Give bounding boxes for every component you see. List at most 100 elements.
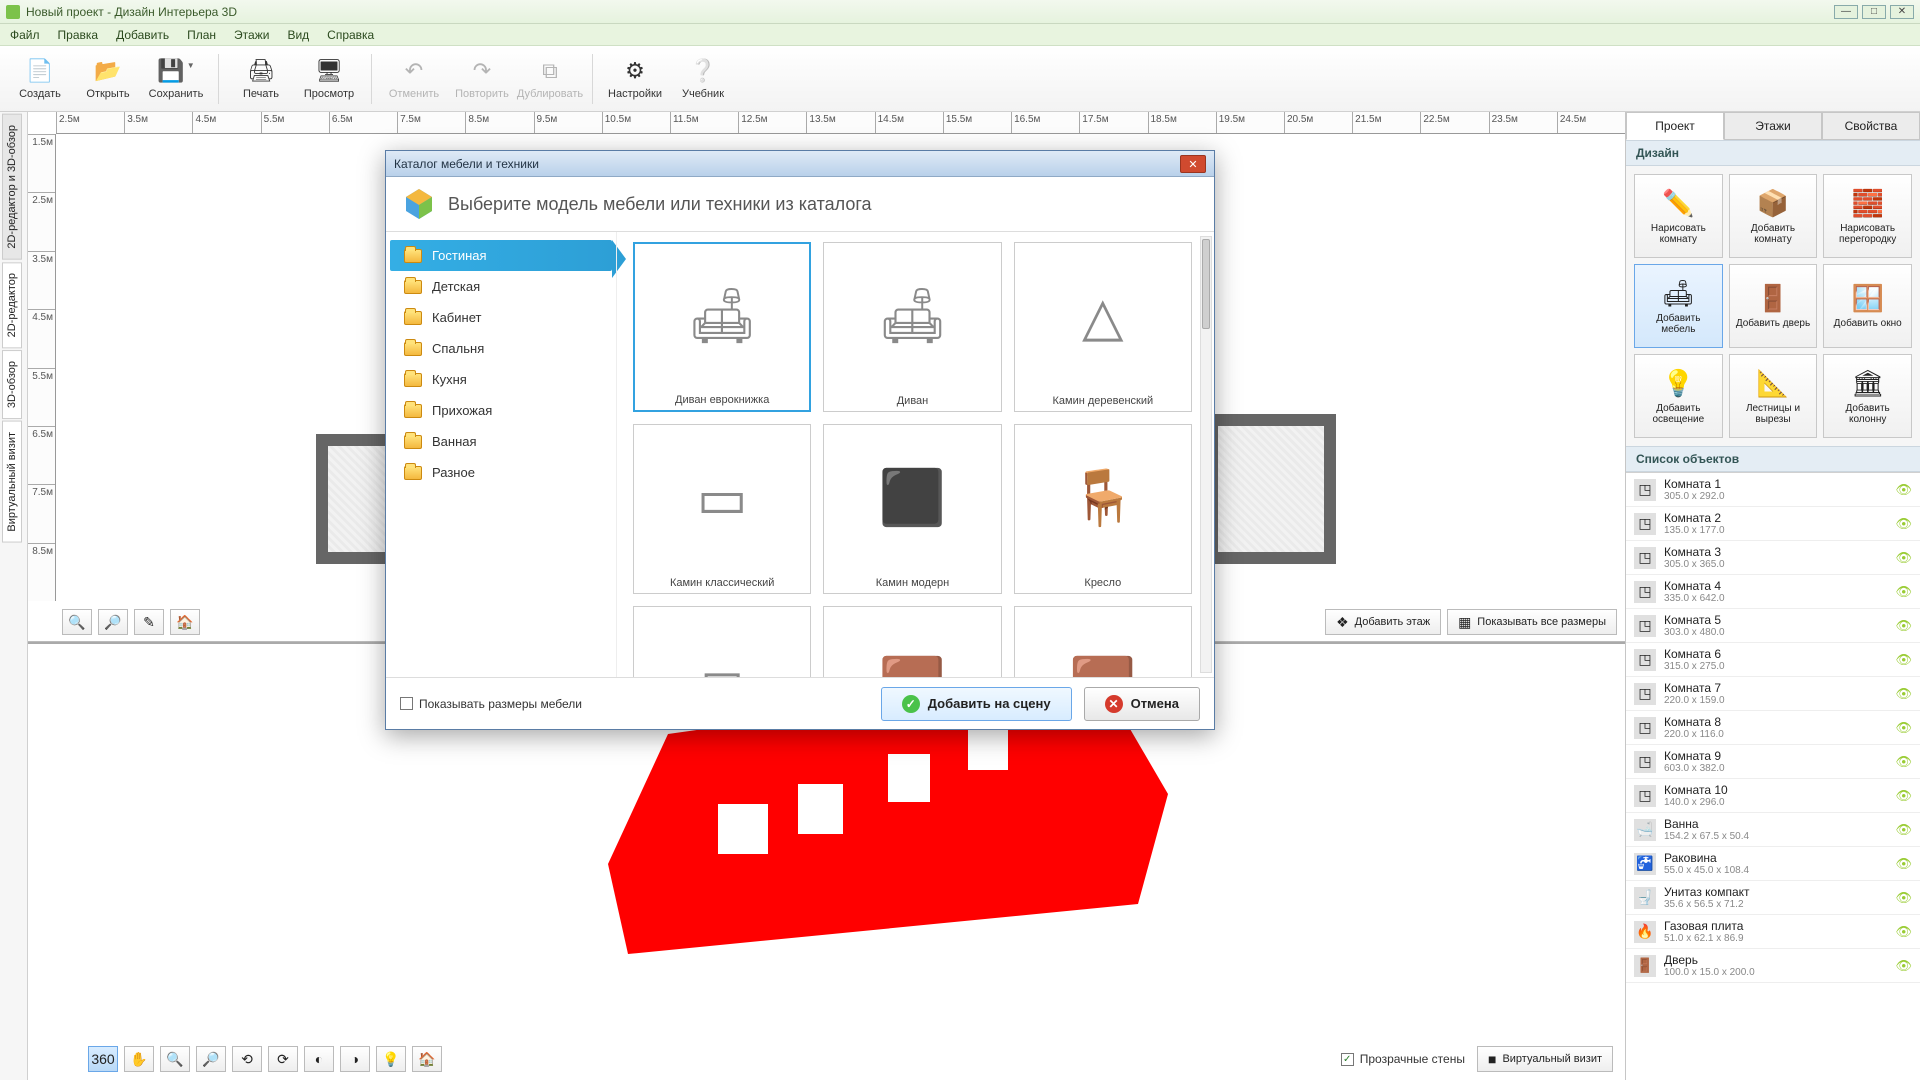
object-list-row[interactable]: 🚰Раковина55.0 x 45.0 x 108.4👁 [1626, 847, 1920, 881]
design-tool-button[interactable]: 🚪Добавить дверь [1729, 264, 1818, 348]
rotate-left-button[interactable]: ⟲ [232, 1046, 262, 1072]
design-tool-button[interactable]: 📦Добавить комнату [1729, 174, 1818, 258]
cancel-button[interactable]: ✕Отмена [1084, 687, 1200, 721]
object-list-row[interactable]: ◳Комната 1305.0 x 292.0👁 [1626, 473, 1920, 507]
item-grid[interactable]: 🛋Диван еврокнижка🛋Диван△Камин деревенски… [627, 232, 1198, 677]
toolbar-button[interactable]: 🖥Просмотр [299, 50, 359, 108]
menu-item[interactable]: План [187, 28, 216, 42]
virtual-visit-button[interactable]: ■Виртуальный визит [1477, 1046, 1613, 1072]
object-list-row[interactable]: 🚪Дверь100.0 x 15.0 x 200.0👁 [1626, 949, 1920, 983]
category-item[interactable]: Разное [390, 457, 612, 488]
object-list-row[interactable]: ◳Комната 7220.0 x 159.0👁 [1626, 677, 1920, 711]
category-item[interactable]: Ванная [390, 426, 612, 457]
catalog-item[interactable]: 🛋Диван [823, 242, 1001, 412]
catalog-item[interactable]: 🛋Диван еврокнижка [633, 242, 811, 412]
object-list-row[interactable]: ◳Комната 6315.0 x 275.0👁 [1626, 643, 1920, 677]
design-tool-button[interactable]: 💡Добавить освещение [1634, 354, 1723, 438]
menu-item[interactable]: Добавить [116, 28, 169, 42]
object-list-row[interactable]: ◳Комната 10140.0 x 296.0👁 [1626, 779, 1920, 813]
home-3d-button[interactable]: 🏠 [412, 1046, 442, 1072]
design-tool-button[interactable]: 🧱Нарисовать перегородку [1823, 174, 1912, 258]
visibility-icon[interactable]: 👁 [1895, 618, 1912, 634]
menu-item[interactable]: Правка [58, 28, 99, 42]
objects-list[interactable]: ◳Комната 1305.0 x 292.0👁◳Комната 2135.0 … [1626, 472, 1920, 1080]
object-list-row[interactable]: ◳Комната 8220.0 x 116.0👁 [1626, 711, 1920, 745]
category-item[interactable]: Кабинет [390, 302, 612, 333]
visibility-icon[interactable]: 👁 [1895, 652, 1912, 668]
minimize-button[interactable]: — [1834, 5, 1858, 19]
tilt-down-button[interactable]: ◑ [340, 1046, 370, 1072]
visibility-icon[interactable]: 👁 [1895, 482, 1912, 498]
category-item[interactable]: Детская [390, 271, 612, 302]
visibility-icon[interactable]: 👁 [1895, 516, 1912, 532]
zoom-out-button[interactable]: 🔍 [62, 609, 92, 635]
close-button[interactable]: ✕ [1890, 5, 1914, 19]
visibility-icon[interactable]: 👁 [1895, 754, 1912, 770]
show-furniture-sizes-checkbox[interactable]: ✓Показывать размеры мебели [400, 697, 582, 711]
dialog-close-button[interactable]: ✕ [1180, 155, 1206, 173]
catalog-item[interactable]: 🪑Кресло [1014, 424, 1192, 594]
view-tab[interactable]: 3D-обзор [2, 350, 22, 419]
panel-tab[interactable]: Свойства [1822, 112, 1920, 140]
design-tool-button[interactable]: 🛋Добавить мебель [1634, 264, 1723, 348]
visibility-icon[interactable]: 👁 [1895, 584, 1912, 600]
item-grid-scrollbar[interactable] [1200, 236, 1212, 673]
orbit-button[interactable]: 360 [88, 1046, 118, 1072]
view-tab[interactable]: 2D-редактор и 3D-обзор [2, 114, 22, 260]
visibility-icon[interactable]: 👁 [1895, 890, 1912, 906]
visibility-icon[interactable]: 👁 [1895, 856, 1912, 872]
menu-item[interactable]: Вид [287, 28, 309, 42]
category-item[interactable]: Прихожая [390, 395, 612, 426]
toolbar-button[interactable]: 📂Открыть [78, 50, 138, 108]
object-list-row[interactable]: 🛁Ванна154.2 x 67.5 x 50.4👁 [1626, 813, 1920, 847]
object-list-row[interactable]: 🚽Унитаз компакт35.6 x 56.5 x 71.2👁 [1626, 881, 1920, 915]
visibility-icon[interactable]: 👁 [1895, 958, 1912, 974]
zoom-in-button[interactable]: 🔎 [98, 609, 128, 635]
design-tool-button[interactable]: 📐Лестницы и вырезы [1729, 354, 1818, 438]
catalog-item[interactable]: 🟫 [823, 606, 1001, 677]
light-button[interactable]: 💡 [376, 1046, 406, 1072]
visibility-icon[interactable]: 👁 [1895, 550, 1912, 566]
zoom-out-3d-button[interactable]: 🔍 [160, 1046, 190, 1072]
toolbar-button[interactable]: 💾▼Сохранить [146, 50, 206, 108]
panel-tab[interactable]: Этажи [1724, 112, 1822, 140]
catalog-item[interactable]: ▭Камин классический [633, 424, 811, 594]
design-tool-button[interactable]: 🏛Добавить колонну [1823, 354, 1912, 438]
add-to-scene-button[interactable]: ✓Добавить на сцену [881, 687, 1072, 721]
visibility-icon[interactable]: 👁 [1895, 686, 1912, 702]
object-list-row[interactable]: ◳Комната 5303.0 x 480.0👁 [1626, 609, 1920, 643]
show-dimensions-button[interactable]: ▦Показывать все размеры [1447, 609, 1617, 635]
transparent-walls-checkbox[interactable]: ✓Прозрачные стены [1341, 1052, 1465, 1066]
pan-button[interactable]: ✋ [124, 1046, 154, 1072]
visibility-icon[interactable]: 👁 [1895, 788, 1912, 804]
design-tool-button[interactable]: ✏️Нарисовать комнату [1634, 174, 1723, 258]
visibility-icon[interactable]: 👁 [1895, 924, 1912, 940]
category-item[interactable]: Спальня [390, 333, 612, 364]
catalog-item[interactable]: 🟫 [1014, 606, 1192, 677]
menu-item[interactable]: Этажи [234, 28, 269, 42]
measure-button[interactable]: ✎ [134, 609, 164, 635]
home-view-button[interactable]: 🏠 [170, 609, 200, 635]
add-floor-button[interactable]: ❖Добавить этаж [1325, 609, 1441, 635]
view-tab[interactable]: Виртуальный визит [2, 421, 22, 543]
visibility-icon[interactable]: 👁 [1895, 720, 1912, 736]
toolbar-button[interactable]: 🖨Печать [231, 50, 291, 108]
design-tool-button[interactable]: 🪟Добавить окно [1823, 264, 1912, 348]
visibility-icon[interactable]: 👁 [1895, 822, 1912, 838]
dialog-titlebar[interactable]: Каталог мебели и техники ✕ [386, 151, 1214, 177]
toolbar-button[interactable]: ⚙Настройки [605, 50, 665, 108]
category-item[interactable]: Гостиная [390, 240, 612, 271]
menu-item[interactable]: Справка [327, 28, 374, 42]
category-item[interactable]: Кухня [390, 364, 612, 395]
catalog-item[interactable]: △Камин деревенский [1014, 242, 1192, 412]
object-list-row[interactable]: 🔥Газовая плита51.0 x 62.1 x 86.9👁 [1626, 915, 1920, 949]
scrollbar-thumb[interactable] [1202, 239, 1210, 329]
toolbar-button[interactable]: 📄Создать [10, 50, 70, 108]
menu-item[interactable]: Файл [10, 28, 40, 42]
toolbar-button[interactable]: ❔Учебник [673, 50, 733, 108]
rotate-right-button[interactable]: ⟳ [268, 1046, 298, 1072]
view-tab[interactable]: 2D-редактор [2, 262, 22, 348]
object-list-row[interactable]: ◳Комната 3305.0 x 365.0👁 [1626, 541, 1920, 575]
panel-tab[interactable]: Проект [1626, 112, 1724, 140]
object-list-row[interactable]: ◳Комната 9603.0 x 382.0👁 [1626, 745, 1920, 779]
